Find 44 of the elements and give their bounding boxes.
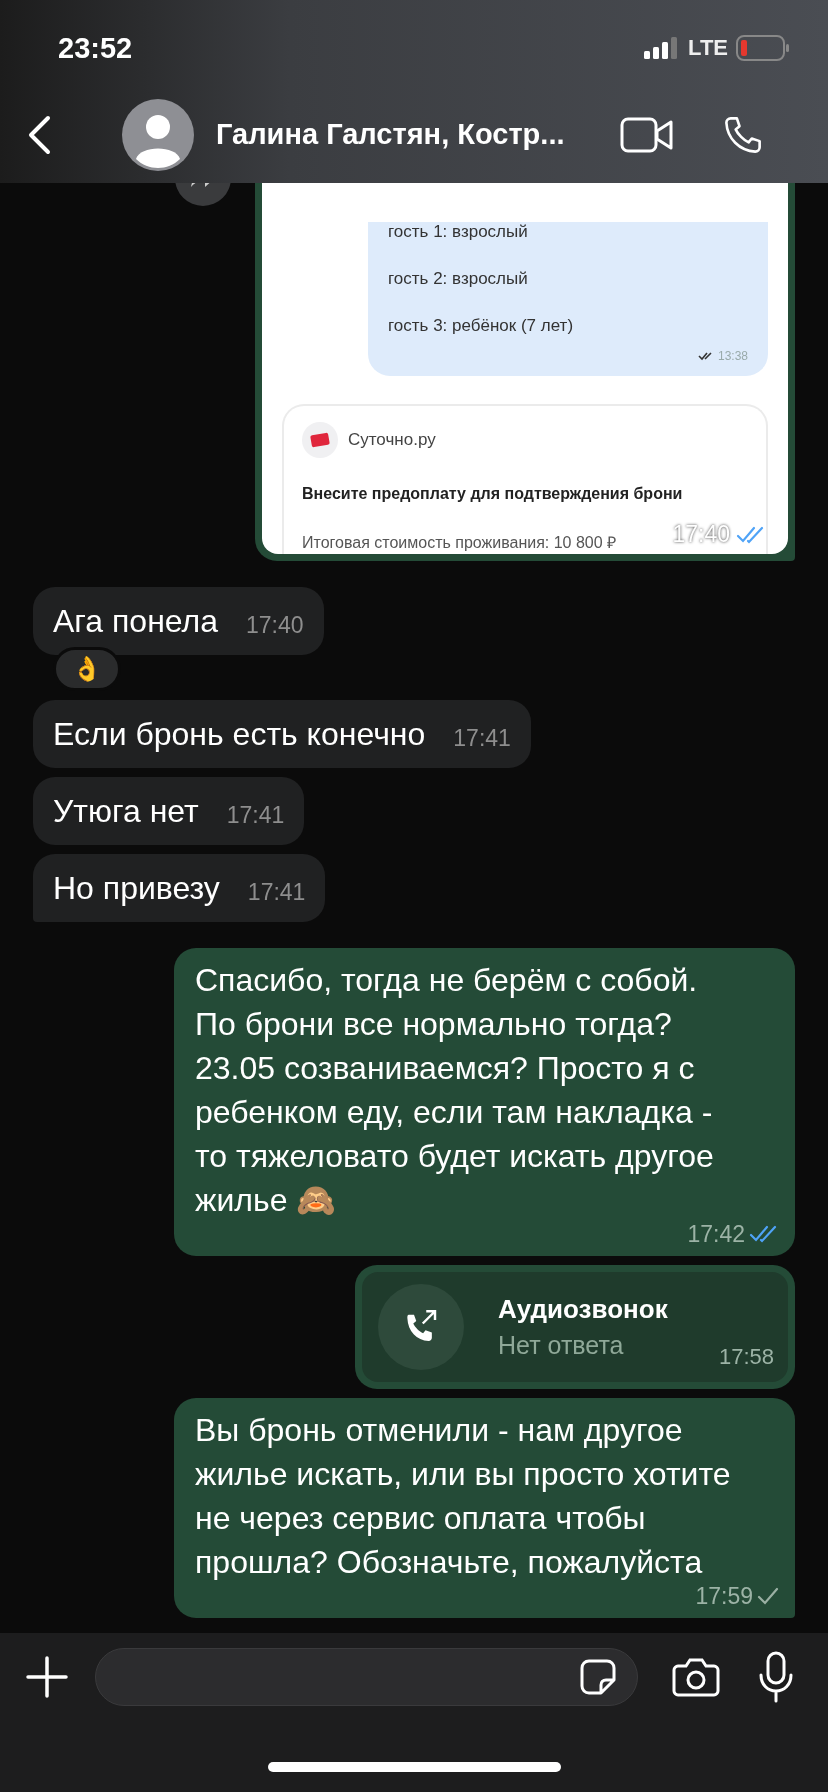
message-time: 17:40 bbox=[672, 521, 766, 548]
message-time: 17:41 bbox=[226, 801, 285, 829]
wallet-icon bbox=[302, 422, 338, 458]
message-bubble[interactable]: Спасибо, тогда не берём с собой. По брони все нормально тогда? 23.05 созваниваемся? Просто я с ребенком еду, если там накладка - то тяжеловато будет искать другое жилье 🙈 17:42 bbox=[174, 948, 795, 1256]
message-time: 17:59 bbox=[195, 1582, 779, 1610]
microphone-icon[interactable] bbox=[758, 1651, 794, 1703]
message-time: 17:58 bbox=[718, 1344, 774, 1370]
total-price: Итоговая стоимость проживания: 10 800 ₽ bbox=[302, 533, 617, 552]
message-text: Если бронь есть конечно bbox=[53, 715, 426, 754]
message-bubble[interactable]: Утюга нет 17:41 bbox=[33, 777, 305, 845]
message-text: Но привезу bbox=[53, 869, 220, 908]
message-text: Вы бронь отменили - нам другое жилье искать, или вы просто хотите не через сервис оплата чтобы прошла? Обозначьте, пожалуйста bbox=[195, 1411, 731, 1582]
message-bubble[interactable]: Вы бронь отменили - нам другое жилье искать, или вы просто хотите не через сервис оплата чтобы прошла? Обозначьте, пожалуйста 17:59 bbox=[174, 1398, 795, 1618]
chat-title[interactable]: Галина Галстян, Костр... bbox=[216, 118, 620, 151]
status-time: 23:52 bbox=[58, 31, 134, 65]
message-text: Ага понела bbox=[53, 602, 218, 641]
call-status: Нет ответа bbox=[498, 1331, 625, 1360]
message-time: 13:38 bbox=[717, 349, 748, 363]
message-text: Спасибо, тогда не берём с собой. По брони все нормально тогда? 23.05 созваниваемся? Просто я с ребенком еду, если там накладка - то тяжеловато будет искать другое жилье 🙈 bbox=[195, 961, 714, 1220]
message-bubble[interactable]: Если бронь есть конечно 17:41 bbox=[33, 700, 531, 768]
camera-icon[interactable] bbox=[672, 1657, 720, 1697]
double-check-icon bbox=[697, 351, 714, 361]
message-text: Утюга нет bbox=[53, 792, 199, 831]
battery-icon bbox=[736, 35, 790, 61]
call-title: Аудиозвонок bbox=[498, 1294, 669, 1325]
message-bubble[interactable]: Но привезу 17:41 bbox=[33, 854, 326, 922]
message-time: 17:40 bbox=[246, 611, 304, 639]
guest-line: гость 3: ребёнок (7 лет) bbox=[388, 316, 575, 335]
message-time: 17:41 bbox=[453, 724, 511, 752]
reaction-badge[interactable]: 👌 bbox=[53, 647, 121, 691]
app-name: Суточно.ру bbox=[348, 430, 436, 450]
network-label: LTE bbox=[688, 35, 728, 61]
plus-icon[interactable] bbox=[26, 1656, 68, 1698]
message-bubble[interactable]: Ага понела 17:40 bbox=[33, 587, 324, 655]
back-icon[interactable] bbox=[26, 114, 52, 155]
sticker-icon[interactable] bbox=[579, 1658, 617, 1696]
call-bubble[interactable]: Аудиозвонок Нет ответа 17:58 bbox=[355, 1265, 795, 1389]
message-time: 17:41 bbox=[247, 878, 306, 906]
video-camera-icon[interactable] bbox=[620, 115, 674, 154]
guest-line: гость 1: взрослый bbox=[388, 222, 529, 241]
avatar-icon[interactable] bbox=[122, 98, 194, 171]
guest-line: гость 2: взрослый bbox=[388, 269, 529, 288]
card-title: Внесите предоплату для подтверждения брони bbox=[302, 484, 683, 503]
message-time: 17:42 bbox=[195, 1220, 779, 1248]
